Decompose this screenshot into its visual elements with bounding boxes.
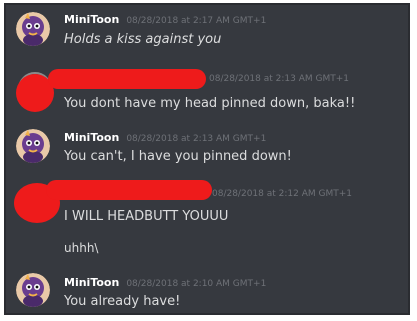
redaction-mark: [46, 180, 212, 200]
message-content: You already have!: [64, 294, 181, 309]
message-content: I WILL HEADBUTT YOUUU: [64, 209, 229, 224]
redaction-mark: [48, 69, 206, 89]
message-content: You dont have my head pinned down, baka!…: [64, 96, 356, 111]
message-content-continued: uhhh\: [64, 241, 99, 255]
message-timestamp: 08/28/2018 at 2:12 AM GMT+1: [212, 189, 352, 199]
message-timestamp: 08/28/2018 at 2:13 AM GMT+1: [209, 74, 349, 84]
message-content: You can't, I have you pinned down!: [64, 149, 292, 164]
message-author[interactable]: MiniToon: [64, 13, 119, 26]
message-content: Holds a kiss against you: [64, 32, 222, 47]
purple-cartoon-avatar-icon[interactable]: [16, 273, 50, 307]
chat-message: MiniToon 08/28/2018 at 2:10 AM GMT+1 You…: [6, 267, 408, 313]
chat-message: 08/28/2018 at 2:12 AM GMT+1 I WILL HEADB…: [6, 177, 408, 267]
message-timestamp: 08/28/2018 at 2:13 AM GMT+1: [126, 134, 267, 144]
chat-message: 08/28/2018 at 2:13 AM GMT+1 You dont hav…: [6, 63, 408, 125]
message-author[interactable]: MiniToon: [64, 131, 119, 144]
message-timestamp: 08/28/2018 at 2:17 AM GMT+1: [126, 16, 267, 26]
purple-cartoon-avatar-icon[interactable]: [16, 12, 50, 46]
message-author[interactable]: MiniToon: [64, 276, 119, 289]
purple-cartoon-avatar-icon[interactable]: [16, 129, 50, 163]
chat-message: MiniToon 08/28/2018 at 2:17 AM GMT+1 Hol…: [6, 5, 408, 63]
message-timestamp: 08/28/2018 at 2:10 AM GMT+1: [126, 279, 267, 289]
chat-message: MiniToon 08/28/2018 at 2:13 AM GMT+1 You…: [6, 125, 408, 177]
chat-message-list: MiniToon 08/28/2018 at 2:17 AM GMT+1 Hol…: [4, 3, 410, 315]
